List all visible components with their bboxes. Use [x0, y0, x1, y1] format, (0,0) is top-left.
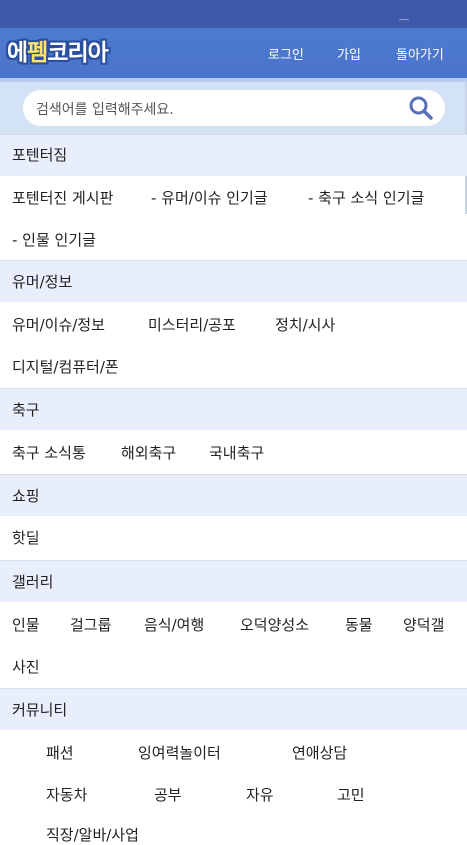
link-people-popular[interactable]: - 인물 인기글 — [12, 229, 96, 250]
link-humor-popular[interactable]: - 유머/이슈 인기글 — [151, 187, 268, 208]
link-study[interactable]: 공부 — [154, 784, 182, 805]
section-header-soccer[interactable] — [0, 388, 467, 430]
logo-text: 에펨코리아 — [7, 40, 109, 66]
search-input[interactable]: 검색어를 입력해주세요. — [36, 99, 396, 119]
link-dating[interactable]: 연애상담 — [292, 742, 347, 763]
link-otaku[interactable]: 오덕양성소 — [240, 614, 309, 635]
login-link[interactable]: 로그인 — [268, 44, 304, 63]
link-fashion[interactable]: 패션 — [46, 742, 74, 763]
link-playground[interactable]: 잉여력놀이터 — [138, 742, 221, 763]
section-title: 커뮤니티 — [12, 701, 68, 719]
link-yangdeok[interactable]: 양덕갤 — [403, 614, 444, 635]
link-free[interactable]: 자유 — [246, 784, 274, 805]
link-humor-issue[interactable]: 유머/이슈/정보 — [12, 314, 105, 335]
status-indicator — [399, 19, 409, 20]
section-header-gallery[interactable] — [0, 560, 467, 602]
site-logo[interactable]: 에펨코리아 — [7, 35, 109, 66]
signup-link[interactable]: 가입 — [337, 44, 361, 63]
link-poten-board[interactable]: 포텐터진 게시판 — [12, 187, 113, 208]
link-worry[interactable]: 고민 — [337, 784, 365, 805]
link-soccer-news[interactable]: 축구 소식통 — [12, 442, 86, 463]
section-title: 갤러리 — [12, 573, 54, 591]
link-politics[interactable]: 정치/시사 — [275, 314, 335, 335]
status-bar — [0, 0, 467, 28]
section-header-poten[interactable] — [0, 134, 467, 176]
link-animals[interactable]: 동물 — [345, 614, 373, 635]
section-title: 유머/정보 — [12, 273, 73, 291]
link-hotdeal[interactable]: 핫딜 — [12, 527, 40, 548]
link-food-travel[interactable]: 음식/여행 — [144, 614, 204, 635]
link-photo[interactable]: 사진 — [12, 656, 40, 677]
link-soccer-popular[interactable]: - 축구 소식 인기글 — [308, 187, 424, 208]
link-mystery[interactable]: 미스터리/공포 — [148, 314, 236, 335]
search-icon[interactable] — [408, 95, 434, 121]
search-field[interactable]: 검색어를 입력해주세요. — [23, 90, 445, 126]
link-domestic-soccer[interactable]: 국내축구 — [209, 442, 264, 463]
section-header-community[interactable] — [0, 688, 467, 730]
link-overseas-soccer[interactable]: 해외축구 — [121, 442, 176, 463]
section-title: 쇼핑 — [12, 487, 40, 505]
link-girlgroup[interactable]: 걸그룹 — [70, 614, 111, 635]
section-title: 축구 — [12, 401, 40, 419]
link-people[interactable]: 인물 — [12, 614, 40, 635]
link-car[interactable]: 자동차 — [46, 784, 87, 805]
go-back-link[interactable]: 돌아가기 — [396, 44, 444, 63]
section-title: 포텐터짐 — [12, 146, 68, 164]
section-header-shopping[interactable] — [0, 474, 467, 516]
link-digital[interactable]: 디지털/컴퓨터/폰 — [12, 356, 119, 377]
link-job[interactable]: 직장/알바/사업 — [46, 824, 139, 845]
